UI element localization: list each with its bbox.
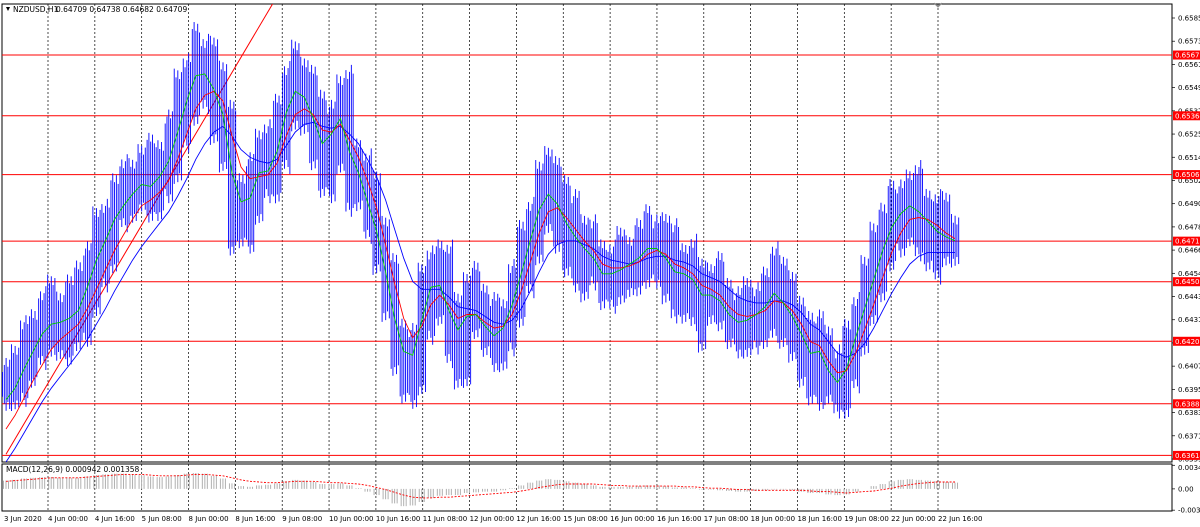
level-price-label: 0.63614 bbox=[1175, 452, 1200, 460]
level-price-label: 0.64202 bbox=[1175, 338, 1200, 346]
level-price-label: 0.65677 bbox=[1175, 52, 1200, 60]
y-tick-label: 0.64780 bbox=[1178, 223, 1200, 231]
y-tick-label: 0.65735 bbox=[1178, 38, 1200, 46]
level-price-labels: 0.65677 0.65364 0.65061 0.64718 0.64509 0.642… bbox=[1173, 50, 1200, 460]
y-tick-label: 0.65495 bbox=[1178, 84, 1200, 92]
x-tick-label: 22 Jun 16:00 bbox=[938, 515, 982, 523]
triangle-down-icon bbox=[6, 7, 10, 11]
macd-tick-label: -0.00308 bbox=[1178, 507, 1200, 515]
time-axis: 3 Jun 2020 4 Jun 00:00 4 Jun 16:00 5 Jun 08… bbox=[4, 515, 982, 523]
y-tick-label: 0.65615 bbox=[1178, 61, 1200, 69]
y-tick-label: 0.65255 bbox=[1178, 131, 1200, 139]
x-tick-label: 9 Jun 08:00 bbox=[282, 515, 322, 523]
x-tick-label: 3 Jun 2020 bbox=[4, 515, 42, 523]
x-tick-label: 4 Jun 00:00 bbox=[48, 515, 88, 523]
x-tick-label: 18 Jun 16:00 bbox=[797, 515, 841, 523]
symbol-label: NZDUSD,H1 bbox=[13, 5, 59, 14]
x-tick-label: 17 Jun 08:00 bbox=[704, 515, 748, 523]
x-tick-label: 11 Jun 08:00 bbox=[423, 515, 467, 523]
y-tick-label: 0.63950 bbox=[1178, 386, 1200, 394]
x-tick-label: 12 Jun 16:00 bbox=[516, 515, 560, 523]
chart-canvas[interactable]: 0.658550.657350.656150.654950.653750.652… bbox=[0, 0, 1200, 527]
y-tick-label: 0.64665 bbox=[1178, 247, 1200, 255]
ohlc-readout: 0.64709 0.64738 0.64682 0.64709 bbox=[56, 5, 187, 14]
y-tick-label: 0.65140 bbox=[1178, 154, 1200, 162]
y-tick-label: 0.64310 bbox=[1178, 316, 1200, 324]
symbol-header: NZDUSD,H1 0.64709 0.64738 0.64682 0.6470… bbox=[6, 5, 187, 14]
macd-tick-label: 0.003415 bbox=[1178, 464, 1200, 472]
macd-label: MACD(12,26,9) 0.000942 0.001358 bbox=[6, 465, 140, 474]
y-tick-label: 0.64900 bbox=[1178, 200, 1200, 208]
x-tick-label: 12 Jun 00:00 bbox=[470, 515, 514, 523]
x-tick-label: 10 Jun 00:00 bbox=[329, 515, 373, 523]
ma-slow-line bbox=[5, 121, 955, 462]
level-price-label: 0.64509 bbox=[1175, 278, 1200, 286]
x-tick-label: 8 Jun 00:00 bbox=[189, 515, 229, 523]
x-tick-label: 18 Jun 00:00 bbox=[751, 515, 795, 523]
y-tick-label: 0.63830 bbox=[1178, 409, 1200, 417]
price-bars bbox=[2, 22, 960, 419]
chart-window: 0.658550.657350.656150.654950.653750.652… bbox=[0, 0, 1200, 527]
y-tick-label: 0.63710 bbox=[1178, 432, 1200, 440]
y-tick-label: 0.64545 bbox=[1178, 270, 1200, 278]
y-tick-label: 0.64070 bbox=[1178, 363, 1200, 371]
x-tick-label: 4 Jun 16:00 bbox=[95, 515, 135, 523]
level-price-label: 0.65061 bbox=[1175, 171, 1200, 179]
x-tick-label: 5 Jun 08:00 bbox=[142, 515, 182, 523]
level-price-label: 0.64718 bbox=[1175, 238, 1200, 246]
level-price-label: 0.63880 bbox=[1175, 400, 1200, 408]
y-tick-label: 0.64430 bbox=[1178, 293, 1200, 301]
x-tick-label: 10 Jun 16:00 bbox=[376, 515, 420, 523]
x-tick-label: 19 Jun 08:00 bbox=[844, 515, 888, 523]
macd-indicator bbox=[3, 472, 958, 507]
x-tick-label: 22 Jun 00:00 bbox=[891, 515, 935, 523]
x-tick-label: 15 Jun 08:00 bbox=[563, 515, 607, 523]
x-tick-label: 8 Jun 16:00 bbox=[235, 515, 275, 523]
y-tick-label: 0.65855 bbox=[1178, 15, 1200, 23]
x-tick-label: 16 Jun 00:00 bbox=[610, 515, 654, 523]
level-price-label: 0.65364 bbox=[1175, 112, 1200, 120]
macd-axis: 0.003415 0.00 -0.00308 bbox=[1172, 464, 1200, 515]
macd-tick-label: 0.00 bbox=[1178, 485, 1194, 493]
x-tick-label: 16 Jun 16:00 bbox=[657, 515, 701, 523]
